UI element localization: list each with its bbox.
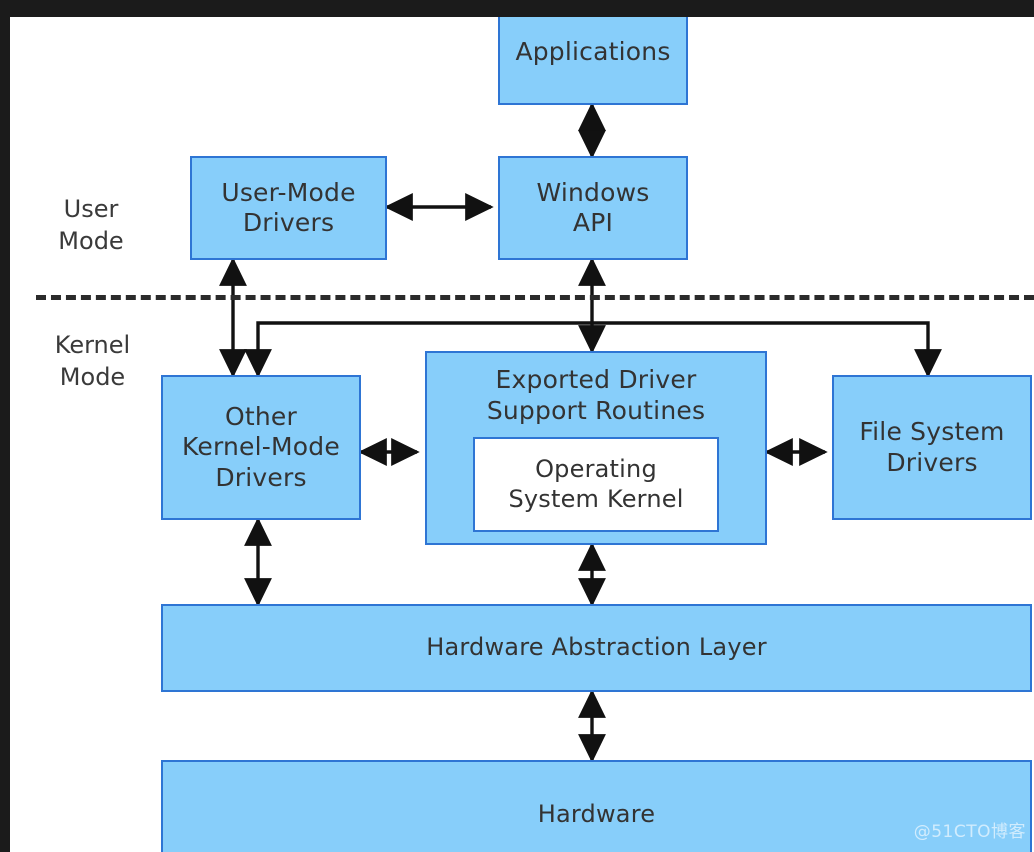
- node-windows-api[interactable]: Windows API: [498, 156, 688, 260]
- node-applications[interactable]: Applications: [498, 17, 688, 105]
- node-hardware[interactable]: Hardware: [161, 760, 1032, 852]
- mode-label-kernel: Kernel Mode: [54, 331, 131, 391]
- diagram-canvas: User Mode Kernel Mode Applications User-…: [10, 17, 1034, 852]
- node-operating-system-kernel[interactable]: Operating System Kernel: [473, 437, 719, 532]
- diagram-root: User Mode Kernel Mode Applications User-…: [0, 0, 1034, 852]
- mode-label-user: User Mode: [58, 195, 124, 255]
- watermark: @51CTO博客: [913, 822, 1026, 842]
- node-other-kernel-mode-drivers[interactable]: Other Kernel-Mode Drivers: [161, 375, 361, 520]
- node-user-mode-drivers[interactable]: User-Mode Drivers: [190, 156, 387, 260]
- node-file-system-drivers[interactable]: File System Drivers: [832, 375, 1032, 520]
- node-hardware-abstraction-layer[interactable]: Hardware Abstraction Layer: [161, 604, 1032, 692]
- user-kernel-boundary: [36, 295, 1034, 300]
